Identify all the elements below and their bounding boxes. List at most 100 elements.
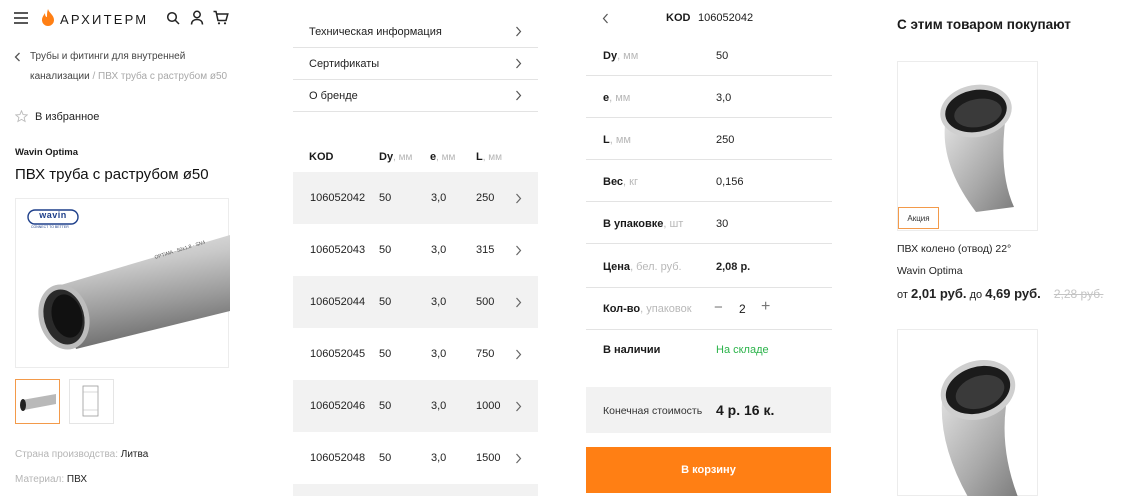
detail-row-weight: Вес, кг 0,156 <box>586 160 832 202</box>
detail-unit: , мм <box>609 134 631 146</box>
product-title: ПВХ труба с раструбом ø50 <box>15 166 209 183</box>
spec-material-key: Материал: <box>15 474 67 485</box>
accordion-technical-info[interactable]: Техническая информация <box>293 16 538 48</box>
cell-kod: 106052048 <box>310 452 366 464</box>
total-box: Конечная стоимость 4 р. 16 к. <box>586 387 831 433</box>
cell-e: 3,0 <box>431 452 447 464</box>
cart-icon[interactable] <box>213 10 229 25</box>
cell-l: 500 <box>476 296 495 308</box>
header-unit: , мм <box>436 152 456 163</box>
stock-status: На складе <box>716 344 769 356</box>
related-title: С этим товаром покупают <box>897 17 1071 32</box>
table-row[interactable]: 106052046 50 3,0 1000 <box>293 380 538 432</box>
detail-unit: , мм <box>617 50 639 62</box>
related-card[interactable]: Акция <box>897 61 1038 231</box>
spec-country-key: Страна производства: <box>15 449 121 460</box>
favorites-link[interactable]: В избранное <box>35 111 99 123</box>
table-header-e: e, мм <box>430 151 455 163</box>
table-row[interactable] <box>293 484 538 496</box>
cell-l: 250 <box>476 192 495 204</box>
back-chevron-icon[interactable] <box>14 52 21 62</box>
header-unit: , мм <box>393 152 413 163</box>
thumbnail-2[interactable] <box>69 379 114 424</box>
detail-kod-label: KOD <box>666 12 691 24</box>
cell-kod: 106052042 <box>310 192 366 204</box>
star-icon[interactable] <box>15 110 28 123</box>
price-from: 2,01 руб. <box>910 286 967 301</box>
product-left-column: АРХИТЕРМ Трубы и фитинги для внутренней … <box>0 0 262 496</box>
detail-unit: , упаковок <box>640 303 692 315</box>
spec-material-value: ПВХ <box>66 474 88 485</box>
cell-dy: 50 <box>379 192 392 204</box>
table-row[interactable]: 106052045 50 3,0 750 <box>293 328 538 380</box>
flame-logo-icon[interactable] <box>40 9 56 27</box>
menu-icon[interactable] <box>14 12 28 24</box>
detail-value: 2,08 р. <box>716 261 751 273</box>
total-value: 4 р. 16 к. <box>716 402 775 418</box>
table-row[interactable]: 106052044 50 3,0 500 <box>293 276 538 328</box>
cell-e: 3,0 <box>431 296 447 308</box>
detail-value: 0,156 <box>716 176 744 188</box>
detail-row-e: e, мм 3,0 <box>586 76 832 118</box>
spec-country: Страна производства: Литва <box>15 449 148 460</box>
related-product-name[interactable]: ПВХ колено (отвод) 22° <box>897 243 1011 255</box>
breadcrumb-link[interactable]: канализации <box>30 71 90 82</box>
detail-key: Вес <box>603 176 624 188</box>
detail-row-quantity: Кол-во, упаковок − 2 + <box>586 288 832 330</box>
accordion-label: О бренде <box>309 89 358 102</box>
product-info-column: Техническая информация Сертификаты О бре… <box>293 0 539 496</box>
detail-key: L <box>603 134 610 146</box>
accordion-label: Сертификаты <box>309 57 380 70</box>
cell-e: 3,0 <box>431 400 447 412</box>
chevron-right-icon <box>516 193 522 204</box>
table-row[interactable]: 106052043 50 3,0 315 <box>293 224 538 276</box>
detail-row-pack: В упаковке, шт 30 <box>586 202 832 244</box>
user-icon[interactable] <box>190 10 204 25</box>
related-product-brand: Wavin Optima <box>897 265 963 277</box>
chevron-right-icon <box>516 26 522 37</box>
detail-key: В наличии <box>603 344 661 356</box>
cell-kod: 106052045 <box>310 348 366 360</box>
detail-unit: , кг <box>623 176 638 188</box>
chevron-right-icon <box>516 453 522 464</box>
cell-dy: 50 <box>379 348 392 360</box>
accordion-certificates[interactable]: Сертификаты <box>293 48 538 80</box>
thumbnail-1[interactable] <box>15 379 60 424</box>
table-header-l: L, мм <box>476 151 502 163</box>
related-price-line: от 2,01 руб. до 4,69 руб. 2,28 руб. <box>897 286 1103 301</box>
back-chevron-icon[interactable] <box>602 13 609 24</box>
product-brand[interactable]: Wavin Optima <box>15 147 78 158</box>
accordion-about-brand[interactable]: О бренде <box>293 80 538 112</box>
cell-l: 1000 <box>476 400 501 412</box>
qty-minus-button[interactable]: − <box>714 299 723 316</box>
logo-text[interactable]: АРХИТЕРМ <box>60 12 148 27</box>
detail-unit: , бел. руб. <box>630 261 682 273</box>
header-label: L <box>476 151 483 163</box>
total-label: Конечная стоимость <box>603 405 703 417</box>
header-unit: , мм <box>482 152 503 163</box>
pipe-illustration <box>38 235 230 350</box>
cell-dy: 50 <box>379 296 392 308</box>
spec-material: Материал: ПВХ <box>15 474 87 485</box>
chevron-right-icon <box>516 90 522 101</box>
related-card[interactable] <box>897 329 1038 496</box>
add-to-cart-button[interactable]: В корзину <box>586 447 831 493</box>
table-row[interactable]: 106052048 50 3,0 1500 <box>293 432 538 484</box>
price-from-label: от <box>897 289 908 301</box>
table-header-kod: KOD <box>309 151 333 163</box>
search-icon[interactable] <box>166 11 180 25</box>
promo-badge: Акция <box>898 207 939 229</box>
price-old: 2,28 руб. <box>1053 287 1104 301</box>
cell-e: 3,0 <box>431 192 447 204</box>
qty-plus-button[interactable]: + <box>761 298 770 316</box>
cell-e: 3,0 <box>431 348 447 360</box>
table-row[interactable]: 106052042 50 3,0 250 <box>293 172 538 224</box>
detail-kod-value: 106052042 <box>698 12 754 24</box>
breadcrumb-line-1[interactable]: Трубы и фитинги для внутренней <box>30 47 260 67</box>
cell-kod: 106052046 <box>310 400 366 412</box>
header-label: KOD <box>309 151 334 163</box>
product-main-image[interactable]: wavin CONNECT TO BETTER OPTIMA · 50x1.8 … <box>15 198 230 368</box>
qty-value[interactable]: 2 <box>739 302 746 316</box>
detail-row-price: Цена, бел. руб. 2,08 р. <box>586 244 832 288</box>
cell-e: 3,0 <box>431 244 447 256</box>
